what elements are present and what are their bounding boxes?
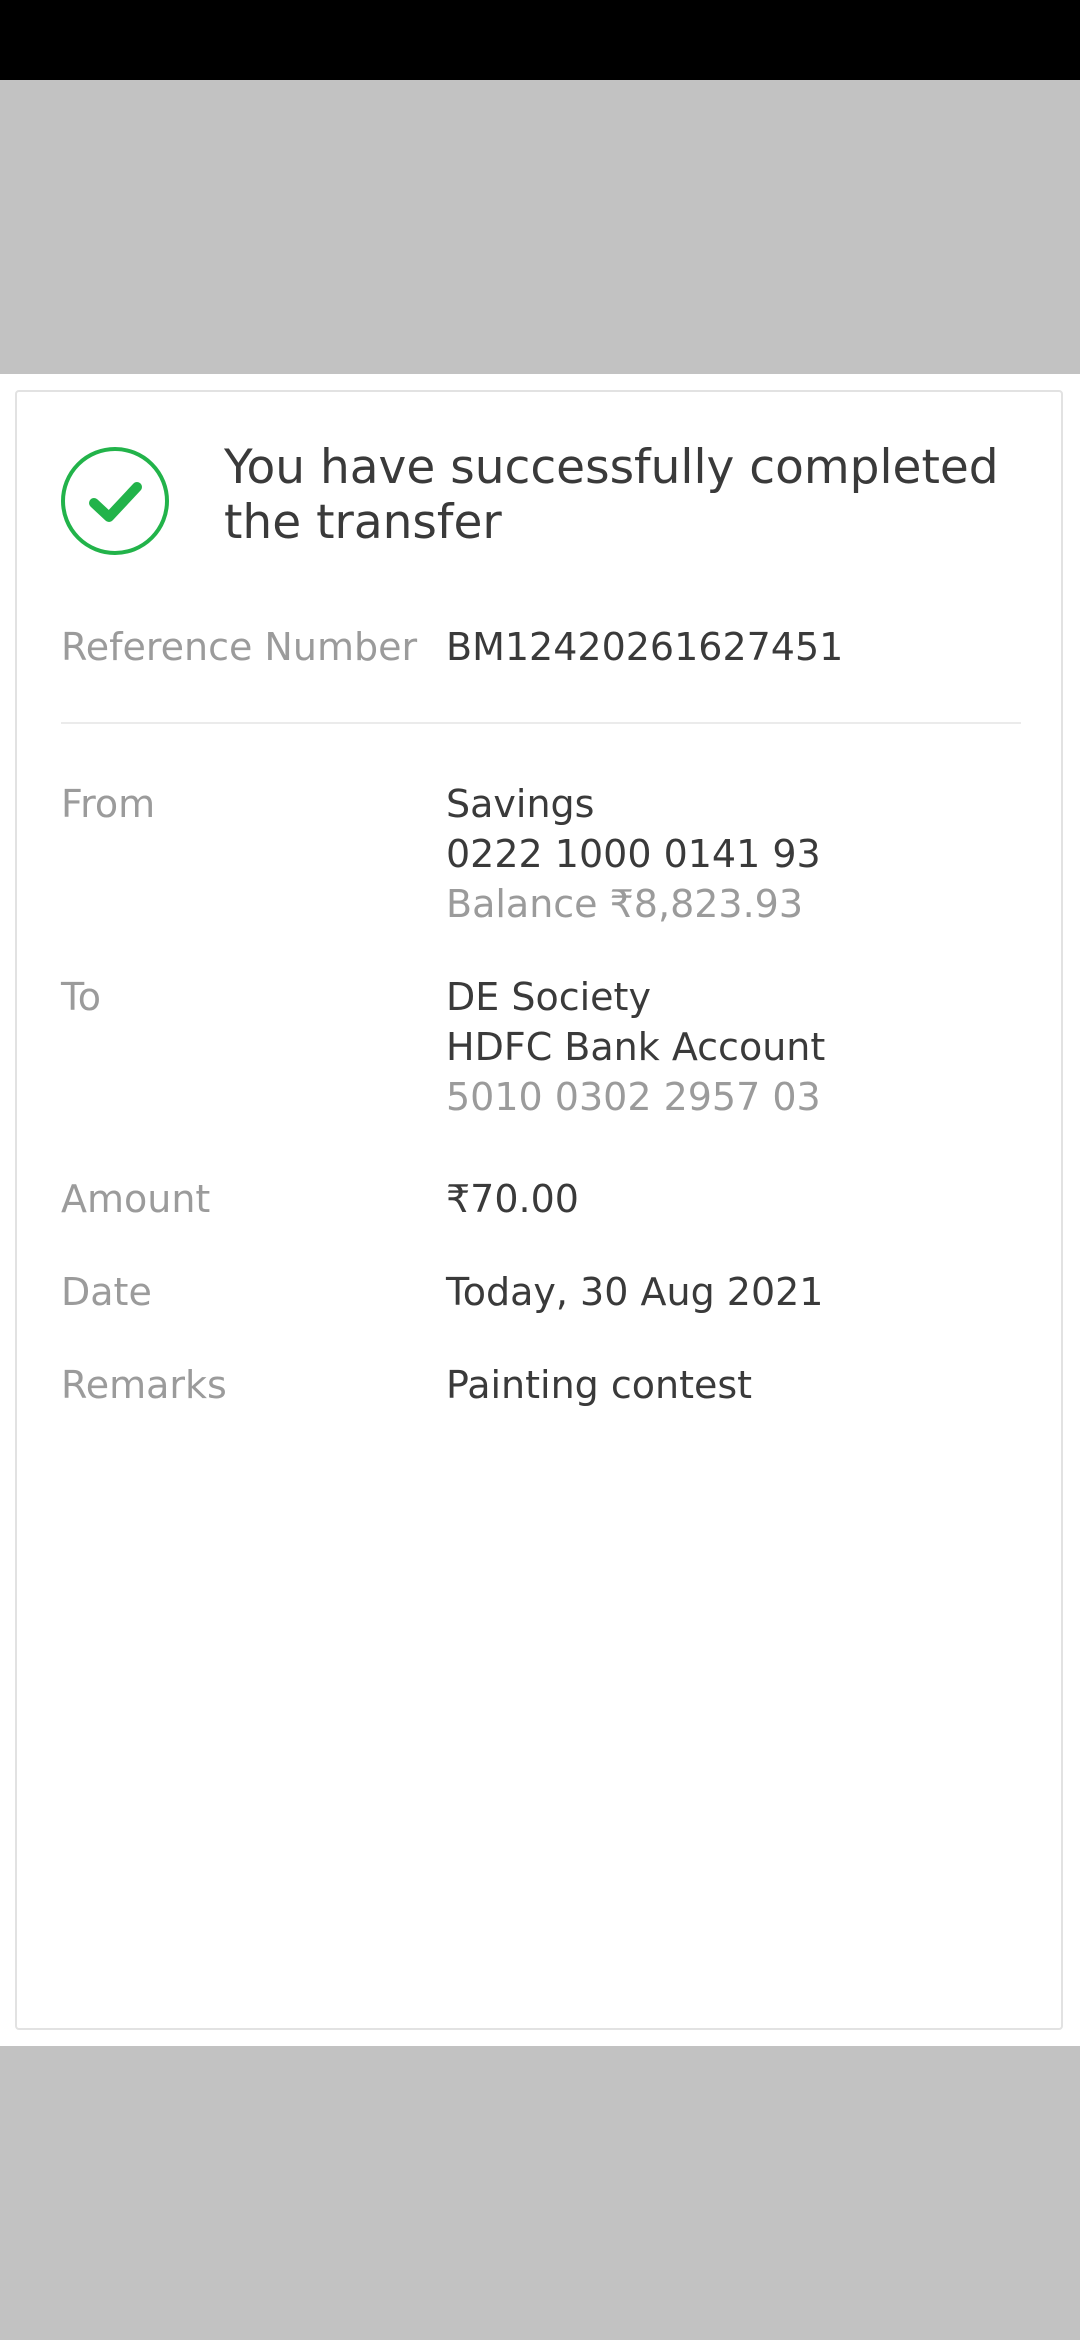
dialog-scrim-bottom[interactable] (0, 2046, 1080, 2340)
from-account-type: Savings (446, 782, 595, 826)
from-label: From (61, 782, 156, 826)
divider (61, 722, 1021, 724)
confirmation-sheet: You have successfully completed the tran… (0, 374, 1080, 2046)
reference-number-label: Reference Number (61, 625, 418, 669)
amount-value: ₹70.00 (446, 1177, 579, 1221)
status-bar (0, 0, 1080, 80)
to-bank-account: HDFC Bank Account (446, 1025, 826, 1069)
reference-number-value: BM12420261627451 (446, 625, 844, 669)
from-balance: Balance ₹8,823.93 (446, 882, 804, 926)
date-label: Date (61, 1270, 152, 1314)
to-payee: DE Society HDFC Bank Account 5010 0302 2… (446, 972, 1021, 1122)
remarks-value: Painting contest (446, 1363, 753, 1407)
from-account-number: 0222 1000 0141 93 (446, 832, 821, 876)
success-message: You have successfully completed the tran… (224, 440, 999, 550)
transfer-receipt-card: You have successfully completed the tran… (15, 390, 1063, 2030)
remarks-label: Remarks (61, 1363, 227, 1407)
from-account: Savings 0222 1000 0141 93 Balance ₹8,823… (446, 779, 1021, 929)
amount-label: Amount (61, 1177, 211, 1221)
success-check-icon (61, 447, 169, 555)
date-value: Today, 30 Aug 2021 (446, 1270, 824, 1314)
dialog-scrim-top[interactable] (0, 80, 1080, 374)
to-label: To (61, 975, 102, 1019)
to-payee-name: DE Society (446, 975, 651, 1019)
to-account-number: 5010 0302 2957 03 (446, 1075, 821, 1119)
